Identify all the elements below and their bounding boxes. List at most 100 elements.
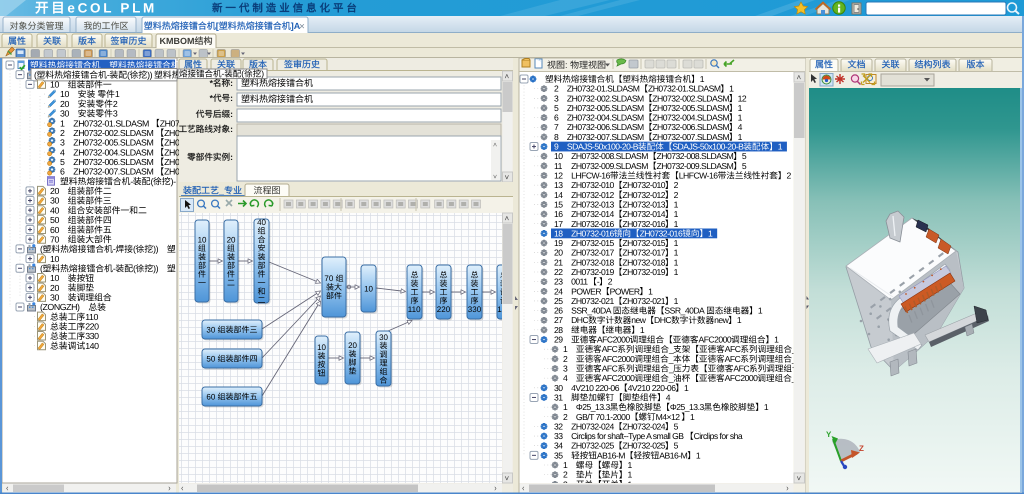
svg-text:AFC2000: AFC2000 (602, 354, 635, 364)
svg-text:50: 50 (206, 354, 215, 363)
svg-text:1: 1 (696, 451, 700, 461)
svg-text:LHFCW-16: LHFCW-16 (571, 171, 610, 181)
svg-text:24: 24 (554, 287, 563, 297)
svg-text:ZH0732-004.SLDASM: ZH0732-004.SLDASM (567, 113, 644, 123)
svg-text:33: 33 (554, 431, 563, 441)
svg-text:5: 5 (60, 157, 65, 167)
svg-text:Z: Z (859, 444, 864, 453)
svg-text:10: 10 (50, 80, 59, 90)
svg-text:(: ( (133, 264, 136, 274)
svg-text:1: 1 (738, 132, 742, 142)
svg-text:Circlips for shaft--Type A sma: Circlips for shaft--Type A small GB (571, 431, 684, 441)
svg-text:)): )) (153, 244, 158, 254)
svg-text:5: 5 (742, 151, 746, 161)
svg-text:30: 30 (554, 383, 563, 393)
svg-text:1: 1 (628, 460, 632, 470)
svg-text:(: ( (241, 69, 244, 79)
svg-text:1: 1 (738, 103, 742, 113)
svg-text:5: 5 (674, 441, 678, 451)
svg-text:ZH0732-025: ZH0732-025 (571, 441, 614, 451)
svg-text:-: - (597, 277, 599, 287)
svg-text:˄: ˄ (493, 141, 497, 149)
svg-text:×: × (299, 21, 305, 32)
svg-text:4V210 220-06: 4V210 220-06 (571, 383, 619, 393)
svg-text::: : (230, 124, 233, 134)
svg-text:17: 17 (554, 219, 563, 229)
svg-text:POWER: POWER (610, 287, 640, 297)
svg-text:ZH0732-016: ZH0732-016 (622, 219, 665, 229)
svg-text:DHC: DHC (654, 315, 671, 325)
svg-text:ZH0732-008.SLDASM: ZH0732-008.SLDASM (571, 151, 648, 161)
svg-text:1: 1 (764, 402, 768, 412)
svg-text:1: 1 (758, 306, 762, 316)
svg-text:Y: Y (826, 430, 831, 439)
svg-text:220: 220 (85, 322, 98, 332)
svg-text:13: 13 (554, 180, 563, 190)
svg-text:60: 60 (50, 225, 59, 235)
svg-text:ZH0732-012: ZH0732-012 (622, 190, 665, 200)
svg-text:1: 1 (674, 219, 678, 229)
svg-text:ZH0732-021: ZH0732-021 (622, 296, 665, 306)
svg-text:1: 1 (563, 344, 567, 354)
svg-text:*: * (210, 78, 213, 88)
svg-text:10: 10 (50, 273, 59, 283)
svg-text:20: 20 (50, 283, 59, 293)
svg-text:ZH0732-002.SLDASM: ZH0732-002.SLDASM (567, 94, 644, 104)
svg-text:11: 11 (554, 161, 562, 171)
svg-text:70: 70 (324, 274, 333, 283)
svg-text:4: 4 (60, 147, 65, 157)
svg-text:12: 12 (738, 94, 747, 104)
svg-text:30: 30 (60, 109, 69, 119)
svg-text:2: 2 (674, 180, 678, 190)
svg-text:2: 2 (60, 128, 64, 138)
svg-text:2: 2 (563, 470, 567, 480)
svg-text:3: 3 (554, 94, 558, 104)
svg-text:LHFCW-16: LHFCW-16 (679, 171, 718, 181)
svg-text:1: 1 (708, 229, 712, 239)
svg-text:3: 3 (563, 364, 567, 374)
svg-text:2: 2 (113, 99, 117, 109)
svg-text:ZH0732-017: ZH0732-017 (571, 248, 614, 258)
svg-text:ZH0732-024: ZH0732-024 (571, 422, 614, 432)
svg-text:32: 32 (554, 422, 563, 432)
svg-text:(ZONGZH): (ZONGZH) (40, 302, 79, 312)
svg-text:10: 10 (198, 235, 207, 244)
svg-text:10: 10 (554, 151, 563, 161)
svg-text:ZH0732-015: ZH0732-015 (622, 238, 665, 248)
svg-text:ZH0732-01.SLDASM: ZH0732-01.SLDASM (73, 118, 149, 128)
svg-text:27: 27 (554, 315, 563, 325)
svg-text:ZH0732-007.SLDASM: ZH0732-007.SLDASM (73, 167, 153, 177)
svg-text:9: 9 (554, 142, 558, 152)
svg-text:SSR_40DA: SSR_40DA (571, 306, 611, 316)
svg-text:ZH0732-010: ZH0732-010 (571, 180, 614, 190)
svg-text:[: [ (216, 21, 219, 31)
svg-text:1: 1 (684, 383, 688, 393)
svg-text:30: 30 (379, 333, 388, 342)
svg-text:AFC2000: AFC2000 (597, 335, 630, 345)
svg-text:ZH0732-025: ZH0732-025 (622, 441, 665, 451)
svg-text:1: 1 (778, 142, 782, 152)
svg-text:40: 40 (257, 218, 266, 227)
svg-text:POWER: POWER (571, 287, 601, 297)
svg-text:ZH0732-002.SLDASM: ZH0732-002.SLDASM (652, 94, 729, 104)
svg-text:ZH0732-008.SLDASM: ZH0732-008.SLDASM (657, 151, 734, 161)
svg-text:ZH0732-006.SLDASM: ZH0732-006.SLDASM (652, 122, 729, 132)
svg-text:ZH0732-016: ZH0732-016 (640, 229, 683, 239)
svg-text:20: 20 (348, 341, 357, 350)
svg-text:330: 330 (468, 305, 481, 314)
svg-text:40: 40 (50, 205, 59, 215)
svg-text:1: 1 (674, 238, 678, 248)
svg-text:SDAJS-50x100-20-B: SDAJS-50x100-20-B (567, 142, 638, 152)
svg-text:6: 6 (554, 113, 558, 123)
svg-text:ZH0732-01.SLDASM: ZH0732-01.SLDASM (567, 84, 640, 94)
svg-text:AFC2000: AFC2000 (698, 335, 731, 345)
svg-text:GB/T 70.1-2000: GB/T 70.1-2000 (576, 412, 630, 422)
svg-text::: : (230, 152, 233, 162)
svg-text:5: 5 (742, 161, 746, 171)
svg-text:1: 1 (674, 248, 678, 258)
svg-text:AB16-M: AB16-M (597, 451, 625, 461)
svg-text:1: 1 (640, 325, 644, 335)
svg-text:4: 4 (738, 122, 743, 132)
svg-text:20: 20 (50, 186, 59, 196)
svg-text:3: 3 (60, 138, 65, 148)
